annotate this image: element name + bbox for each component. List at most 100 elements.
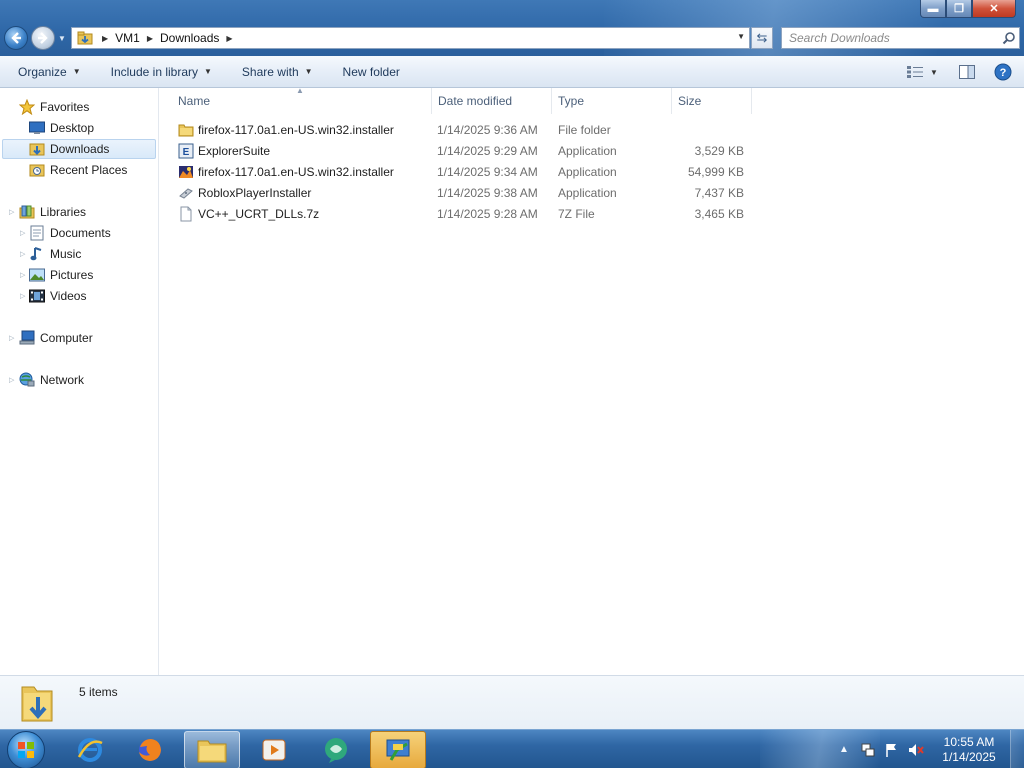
expand-arrow-icon[interactable]: ▷	[20, 292, 25, 300]
preview-pane-button[interactable]	[954, 61, 980, 83]
help-button[interactable]: ?	[990, 61, 1016, 83]
share-with-button[interactable]: Share with ▼	[233, 60, 322, 84]
show-hidden-icons-button[interactable]: ▲	[834, 740, 854, 760]
nav-item-music[interactable]: Music	[28, 244, 81, 264]
file-type: 7Z File	[558, 207, 595, 221]
new-folder-button[interactable]: New folder	[334, 60, 409, 84]
nav-item-recent-places[interactable]: Recent Places	[28, 160, 127, 180]
include-in-library-label: Include in library	[110, 64, 198, 79]
nav-libraries[interactable]: Libraries	[18, 202, 86, 222]
expand-arrow-icon[interactable]: ▷	[9, 208, 14, 216]
breadcrumb-separator-icon[interactable]: ▶	[102, 34, 108, 43]
help-icon: ?	[994, 63, 1012, 81]
file-date-modified: 1/14/2025 9:29 AM	[437, 144, 538, 158]
column-header-type[interactable]: Type	[552, 88, 672, 114]
folder-icon	[178, 122, 194, 138]
search-box[interactable]	[781, 27, 1020, 49]
taskbar-firefox[interactable]	[122, 731, 178, 768]
chevron-down-icon: ▼	[304, 67, 313, 76]
organize-label: Organize	[18, 64, 67, 79]
show-desktop-button[interactable]	[1010, 730, 1024, 768]
breadcrumb-vm1[interactable]: VM1	[115, 31, 140, 45]
nav-computer-label: Computer	[40, 331, 93, 345]
item-count: 5 items	[79, 685, 118, 699]
internet-explorer-icon	[77, 738, 103, 762]
nav-item-downloads[interactable]: Downloads	[2, 139, 156, 159]
command-bar: Organize ▼ Include in library ▼ Share with…	[0, 56, 1024, 88]
breadcrumb-separator-icon[interactable]: ▶	[147, 34, 153, 43]
clock[interactable]: 10:55 AM 1/14/2025	[934, 735, 1004, 765]
chevron-down-icon: ▼	[204, 67, 212, 76]
file-type: Application	[558, 144, 617, 158]
minimize-button[interactable]: ▬	[920, 0, 946, 18]
nav-item-desktop[interactable]: Desktop	[28, 118, 94, 138]
address-bar[interactable]: ▶ VM1 ▶ Downloads ▶ ▼	[71, 27, 750, 49]
column-header-name[interactable]: Name	[172, 88, 432, 114]
nav-item-pictures[interactable]: Pictures	[28, 265, 93, 285]
taskbar: ▲ 10:55 AM 1/14/2025	[0, 729, 1024, 768]
share-with-label: Share with	[241, 64, 299, 79]
taskbar-messenger[interactable]	[308, 731, 364, 768]
recent-pages-dropdown[interactable]: ▼	[58, 34, 66, 43]
taskbar-media-player[interactable]	[246, 731, 302, 768]
refresh-button[interactable]: ⇆	[751, 27, 773, 49]
organize-button[interactable]: Organize ▼	[9, 60, 90, 84]
column-header-size[interactable]: Size	[672, 88, 752, 114]
close-button[interactable]: ✕	[972, 0, 1016, 18]
maximize-button[interactable]: ❐	[946, 0, 972, 18]
file-date-modified: 1/14/2025 9:38 AM	[437, 186, 538, 200]
nav-item-videos[interactable]: Videos	[28, 286, 86, 306]
file-name: ExplorerSuite	[198, 144, 271, 158]
view-options-dropdown[interactable]: ▼	[928, 61, 940, 83]
taskbar-control-panel[interactable]	[370, 731, 426, 768]
back-button[interactable]	[4, 26, 28, 50]
taskbar-windows-explorer[interactable]	[184, 731, 240, 768]
taskbar-internet-explorer[interactable]	[62, 731, 118, 768]
volume-muted-icon[interactable]	[906, 740, 926, 760]
file-row[interactable]: VC++_UCRT_DLLs.7z 1/14/2025 9:28 AM 7Z F…	[174, 204, 754, 224]
file-row[interactable]: firefox-117.0a1.en-US.win32.installer 1/…	[174, 162, 754, 182]
change-view-button[interactable]	[902, 61, 928, 83]
file-row[interactable]: RobloxPlayerInstaller 1/14/2025 9:38 AM …	[174, 183, 754, 203]
file-size: 7,437 KB	[694, 186, 744, 200]
forward-button[interactable]	[31, 26, 55, 50]
favorites-star-icon	[18, 98, 36, 116]
file-type: Application	[558, 165, 617, 179]
file-date-modified: 1/14/2025 9:28 AM	[437, 207, 538, 221]
nav-item-documents[interactable]: Documents	[28, 223, 111, 243]
file-date-modified: 1/14/2025 9:34 AM	[437, 165, 538, 179]
file-name: firefox-117.0a1.en-US.win32.installer	[198, 123, 394, 137]
file-list: ▲ Name Date modified Type Size firefox-1…	[160, 86, 1024, 675]
expand-arrow-icon[interactable]: ▷	[9, 334, 14, 342]
breadcrumb-downloads[interactable]: Downloads	[160, 31, 219, 45]
nav-item-label: Pictures	[50, 268, 94, 282]
expand-arrow-icon[interactable]: ▷	[20, 271, 25, 279]
search-icon[interactable]	[999, 28, 1019, 48]
action-center-flag-icon[interactable]	[882, 740, 902, 760]
start-button[interactable]	[7, 731, 45, 768]
expand-arrow-icon[interactable]: ▷	[20, 250, 25, 258]
file-date-modified: 1/14/2025 9:36 AM	[437, 123, 538, 137]
file-name: firefox-117.0a1.en-US.win32.installer	[198, 165, 394, 179]
videos-icon	[28, 287, 46, 305]
nav-favorites[interactable]: Favorites	[18, 97, 89, 117]
chevron-down-icon: ▼	[72, 67, 81, 76]
file-row[interactable]: E ExplorerSuite 1/14/2025 9:29 AM Applic…	[174, 141, 754, 161]
file-row[interactable]: firefox-117.0a1.en-US.win32.installer 1/…	[174, 120, 754, 140]
view-list-icon	[907, 66, 923, 78]
nav-network[interactable]: Network	[18, 370, 84, 390]
nav-item-label: Desktop	[50, 121, 95, 135]
expand-arrow-icon[interactable]: ▷	[20, 229, 25, 237]
nav-item-label: Downloads	[50, 142, 110, 156]
search-input[interactable]	[782, 28, 999, 48]
documents-icon	[28, 224, 46, 242]
network-tray-icon[interactable]	[858, 740, 878, 760]
address-history-dropdown[interactable]: ▼	[737, 32, 745, 41]
expand-arrow-icon[interactable]: ▷	[9, 376, 14, 384]
chevron-down-icon: ▼	[930, 67, 938, 77]
nav-computer[interactable]: Computer	[18, 328, 93, 348]
include-in-library-button[interactable]: Include in library ▼	[102, 60, 221, 84]
column-header-date-modified[interactable]: Date modified	[432, 88, 552, 114]
breadcrumb-separator-icon[interactable]: ▶	[226, 34, 232, 43]
nav-item-label: Recent Places	[50, 163, 128, 177]
